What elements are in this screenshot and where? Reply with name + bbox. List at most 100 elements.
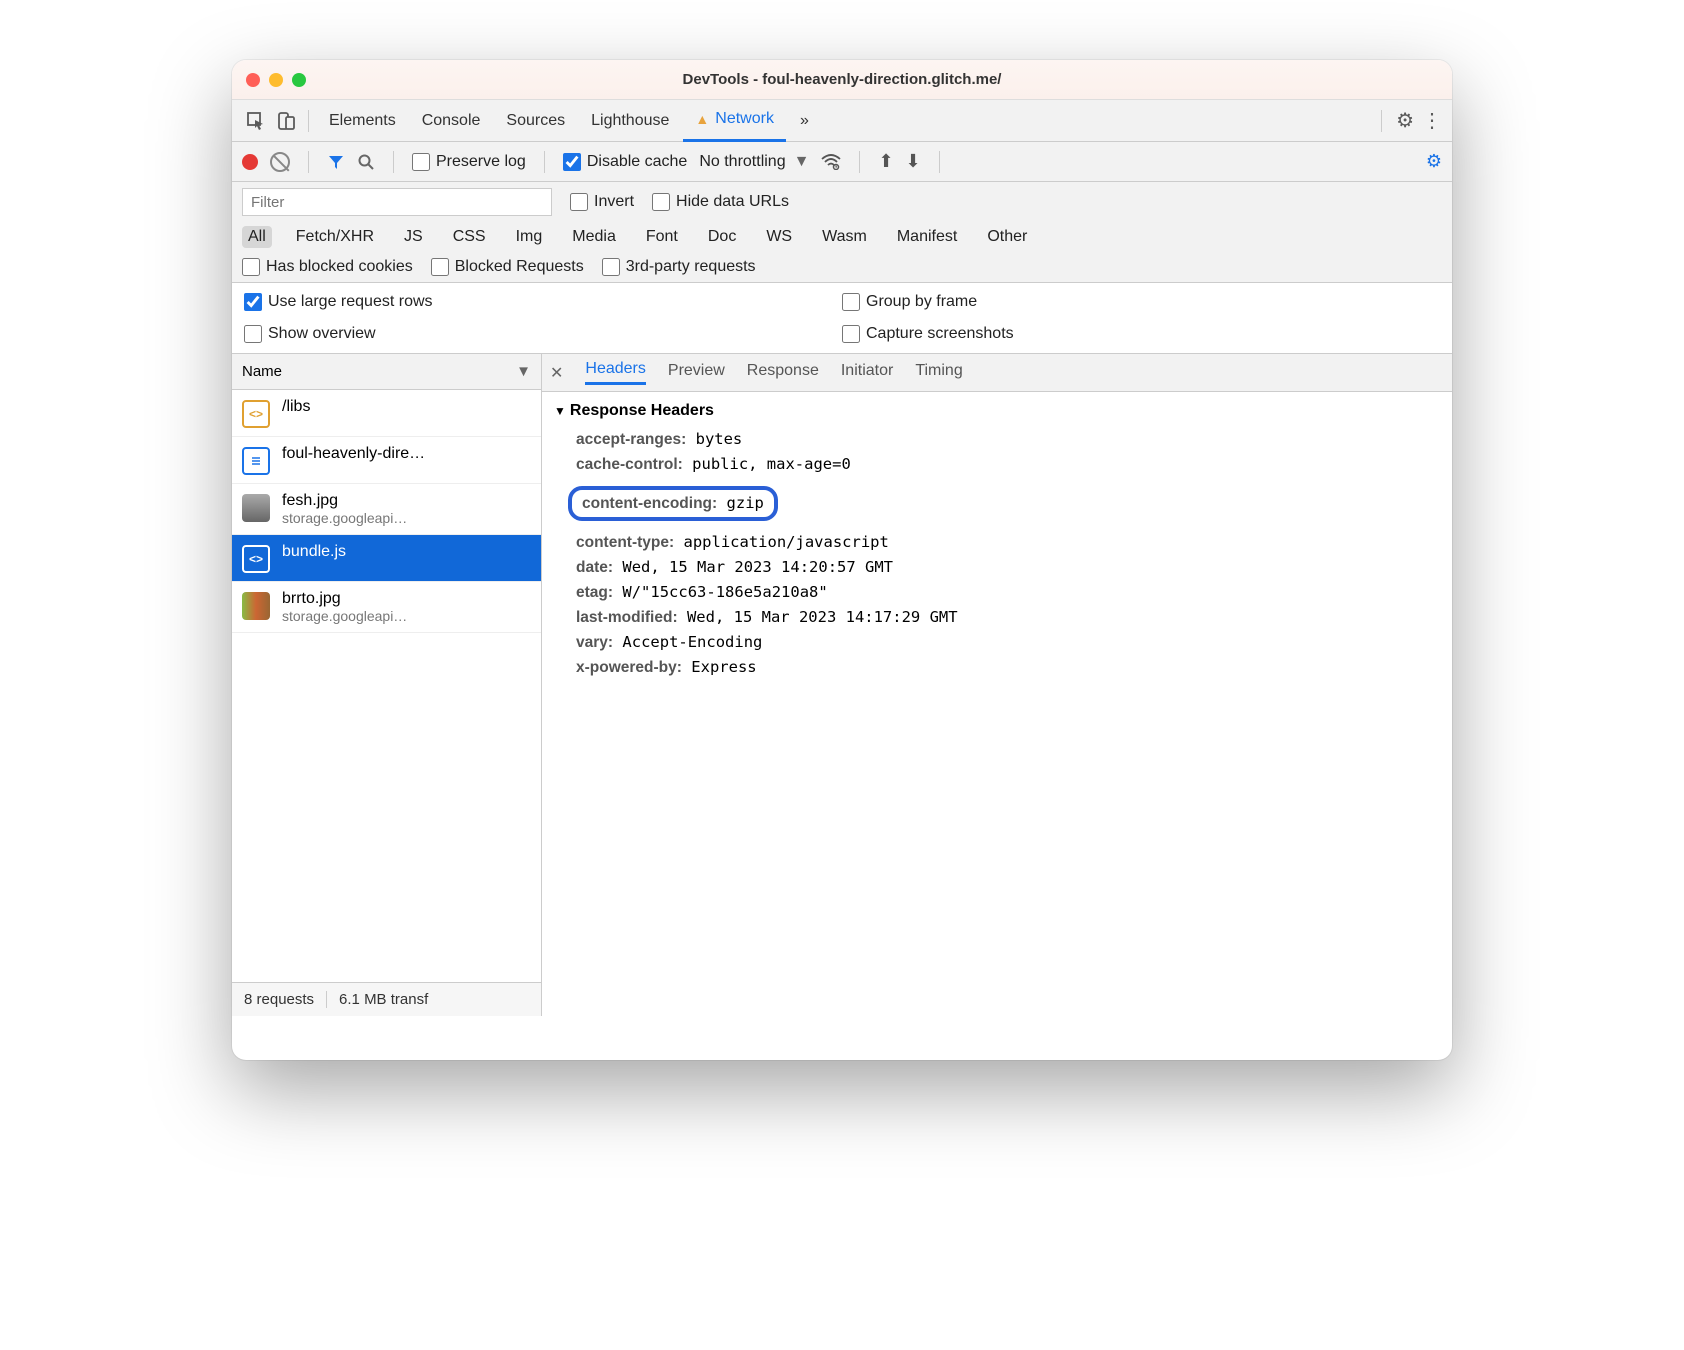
- tab-console[interactable]: Console: [410, 100, 493, 142]
- disclosure-triangle-icon: ▼: [554, 404, 566, 418]
- type-filter-other[interactable]: Other: [981, 226, 1033, 248]
- invert-checkbox[interactable]: Invert: [570, 193, 634, 211]
- titlebar: DevTools - foul-heavenly-direction.glitc…: [232, 60, 1452, 100]
- minimize-window-button[interactable]: [269, 73, 283, 87]
- chevron-down-icon: ▼: [516, 363, 531, 380]
- request-row[interactable]: <>bundle.js: [232, 535, 541, 582]
- third-party-requests-checkbox[interactable]: 3rd-party requests: [602, 258, 756, 276]
- request-row[interactable]: fesh.jpgstorage.googleapi…: [232, 484, 541, 535]
- response-headers-section[interactable]: ▼ Response Headers: [554, 402, 1440, 420]
- tabs-overflow[interactable]: »: [788, 100, 821, 142]
- detail-tab-preview[interactable]: Preview: [668, 362, 725, 384]
- type-filter-media[interactable]: Media: [566, 226, 622, 248]
- network-toolbar: Preserve log Disable cache No throttling…: [232, 142, 1452, 182]
- preserve-log-checkbox[interactable]: Preserve log: [412, 153, 526, 171]
- blocked-requests-checkbox[interactable]: Blocked Requests: [431, 258, 584, 276]
- separator: [939, 151, 940, 173]
- detail-tab-timing[interactable]: Timing: [915, 362, 962, 384]
- throttling-label: No throttling: [699, 153, 785, 171]
- filter-icon[interactable]: [327, 153, 345, 171]
- close-detail-icon[interactable]: ✕: [550, 363, 563, 383]
- tab-network[interactable]: ▲ Network: [683, 100, 786, 142]
- kebab-menu-icon[interactable]: ⋮: [1422, 108, 1442, 133]
- header-value: W/"15cc63-186e5a210a8": [622, 583, 827, 601]
- large-request-rows-checkbox[interactable]: Use large request rows: [244, 293, 842, 311]
- throttling-select[interactable]: No throttling ▼: [699, 153, 809, 171]
- close-window-button[interactable]: [246, 73, 260, 87]
- tab-sources[interactable]: Sources: [494, 100, 577, 142]
- request-name: brrto.jpg: [282, 590, 407, 608]
- header-value: Accept-Encoding: [622, 633, 762, 651]
- request-list-header[interactable]: Name ▼: [232, 354, 541, 390]
- filter-input[interactable]: [242, 188, 552, 216]
- network-conditions-icon[interactable]: [821, 154, 841, 170]
- type-filter-font[interactable]: Font: [640, 226, 684, 248]
- header-value: public, max-age=0: [692, 455, 851, 473]
- upload-har-icon[interactable]: ⬆: [878, 151, 893, 172]
- window-title: DevTools - foul-heavenly-direction.glitc…: [232, 71, 1452, 88]
- separator: [393, 151, 394, 173]
- network-panel-body: Name ▼ <>/libsfoul-heavenly-dire…fesh.jp…: [232, 354, 1452, 1016]
- request-origin: storage.googleapi…: [282, 608, 407, 624]
- type-filter-css[interactable]: CSS: [447, 226, 492, 248]
- show-overview-checkbox[interactable]: Show overview: [244, 325, 842, 343]
- request-name: /libs: [282, 398, 310, 416]
- header-key: accept-ranges:: [576, 431, 686, 448]
- type-filter-img[interactable]: Img: [510, 226, 549, 248]
- record-button[interactable]: [242, 154, 258, 170]
- header-key: date:: [576, 559, 613, 576]
- type-filter-all[interactable]: All: [242, 226, 272, 248]
- header-key: last-modified:: [576, 609, 678, 626]
- tab-network-label: Network: [715, 110, 774, 128]
- network-settings-icon[interactable]: ⚙: [1426, 151, 1442, 172]
- response-header-row: x-powered-by: Express: [576, 658, 1440, 677]
- detail-tab-response[interactable]: Response: [747, 362, 819, 384]
- separator: [308, 151, 309, 173]
- type-filter-fetchxhr[interactable]: Fetch/XHR: [290, 226, 380, 248]
- request-list-footer: 8 requests 6.1 MB transf: [232, 982, 541, 1016]
- transfer-size: 6.1 MB transf: [327, 991, 440, 1008]
- header-key: vary:: [576, 634, 613, 651]
- response-header-row: cache-control: public, max-age=0: [576, 455, 1440, 474]
- request-count: 8 requests: [232, 991, 327, 1008]
- header-value: Wed, 15 Mar 2023 14:20:57 GMT: [622, 558, 893, 576]
- header-key: content-type:: [576, 534, 674, 551]
- device-toggle-icon[interactable]: [272, 107, 300, 135]
- type-filter-manifest[interactable]: Manifest: [891, 226, 963, 248]
- type-filter-ws[interactable]: WS: [760, 226, 798, 248]
- header-key: etag:: [576, 584, 613, 601]
- headers-panel: ▼ Response Headers accept-ranges: bytesc…: [542, 392, 1452, 693]
- hide-data-urls-checkbox[interactable]: Hide data URLs: [652, 193, 789, 211]
- capture-screenshots-checkbox[interactable]: Capture screenshots: [842, 325, 1440, 343]
- header-key: x-powered-by:: [576, 659, 682, 676]
- has-blocked-cookies-checkbox[interactable]: Has blocked cookies: [242, 258, 413, 276]
- tab-elements[interactable]: Elements: [317, 100, 408, 142]
- tab-lighthouse[interactable]: Lighthouse: [579, 100, 681, 142]
- header-key: content-encoding:: [582, 495, 717, 512]
- request-row[interactable]: brrto.jpgstorage.googleapi…: [232, 582, 541, 633]
- request-list: Name ▼ <>/libsfoul-heavenly-dire…fesh.jp…: [232, 354, 542, 1016]
- clear-button[interactable]: [270, 152, 290, 172]
- detail-tab-initiator[interactable]: Initiator: [841, 362, 893, 384]
- disable-cache-checkbox[interactable]: Disable cache: [563, 153, 688, 171]
- chevron-down-icon: ▼: [794, 153, 810, 171]
- type-filter-wasm[interactable]: Wasm: [816, 226, 873, 248]
- request-row[interactable]: foul-heavenly-dire…: [232, 437, 541, 484]
- settings-gear-icon[interactable]: ⚙: [1396, 108, 1414, 133]
- inspect-element-icon[interactable]: [242, 107, 270, 135]
- response-header-row: last-modified: Wed, 15 Mar 2023 14:17:29…: [576, 608, 1440, 627]
- download-har-icon[interactable]: ⬇: [906, 151, 921, 172]
- separator: [1381, 110, 1382, 132]
- group-by-frame-checkbox[interactable]: Group by frame: [842, 293, 1440, 311]
- request-name: bundle.js: [282, 543, 346, 561]
- maximize-window-button[interactable]: [292, 73, 306, 87]
- detail-tab-headers[interactable]: Headers: [585, 360, 645, 385]
- resource-type-filter: All Fetch/XHR JS CSS Img Media Font Doc WS Wasm Ma…: [242, 226, 1442, 248]
- request-detail: ✕ Headers Preview Response Initiator Tim…: [542, 354, 1452, 1016]
- search-icon[interactable]: [357, 153, 375, 171]
- response-header-row: vary: Accept-Encoding: [576, 633, 1440, 652]
- type-filter-doc[interactable]: Doc: [702, 226, 742, 248]
- header-value: gzip: [727, 494, 764, 512]
- type-filter-js[interactable]: JS: [398, 226, 429, 248]
- request-row[interactable]: <>/libs: [232, 390, 541, 437]
